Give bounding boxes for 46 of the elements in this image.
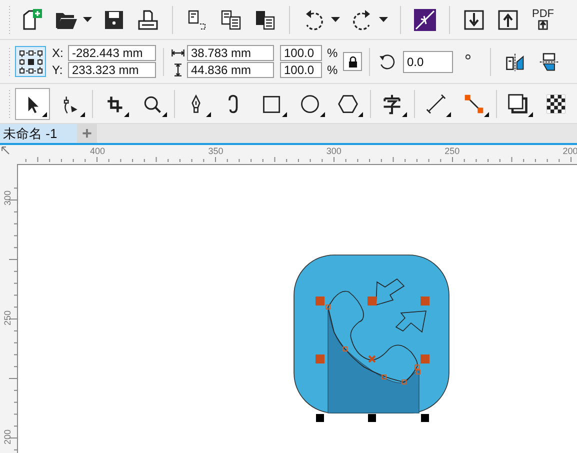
export-arrow-icon[interactable]: [538, 20, 548, 30]
ruler-label: 250: [444, 146, 460, 156]
node-markers[interactable]: [326, 304, 420, 384]
import-icon[interactable]: [462, 8, 486, 32]
print-icon[interactable]: [136, 8, 160, 32]
rotation-field[interactable]: 0.0: [403, 50, 453, 72]
percent-label: %: [326, 46, 339, 60]
pdf-label[interactable]: PDF: [532, 9, 554, 20]
export-icon[interactable]: [496, 8, 520, 32]
lock-icon[interactable]: [346, 56, 358, 68]
lock-ratio-button[interactable]: [343, 52, 362, 71]
object-origin-icon[interactable]: [18, 50, 42, 74]
transparency-tool-icon[interactable]: [545, 92, 568, 114]
ruler-label: 400: [90, 146, 106, 156]
ruler-label: 350: [208, 146, 224, 156]
ellipse-tool-icon[interactable]: [299, 92, 322, 114]
document-tab[interactable]: 未命名 -1: [0, 124, 77, 143]
selection-handles[interactable]: [316, 296, 430, 422]
copy-icon[interactable]: [219, 8, 243, 32]
text-tool-icon[interactable]: [381, 92, 404, 114]
x-label: X:: [52, 46, 64, 60]
scale-x-field[interactable]: 100.0: [280, 45, 322, 61]
scale-y-field[interactable]: 100.0: [280, 62, 322, 78]
y-position-field[interactable]: 233.323 mm: [68, 62, 156, 78]
rotate-icon: [377, 52, 397, 72]
ruler-label: 300: [2, 190, 13, 206]
caret-icon[interactable]: [331, 17, 340, 22]
width-field[interactable]: 38.783 mm: [187, 45, 274, 61]
connector-tool-icon[interactable]: [463, 92, 486, 114]
shadow-tool-icon[interactable]: [507, 92, 530, 114]
y-label: Y:: [52, 63, 64, 77]
ruler-origin-icon[interactable]: [0, 145, 12, 157]
height-field[interactable]: 44.836 mm: [187, 62, 274, 78]
ruler-label: 200: [2, 429, 13, 445]
phone-app-icon-drawing[interactable]: [294, 254, 450, 414]
caret-icon[interactable]: [379, 17, 388, 22]
polygon-tool-icon[interactable]: [337, 92, 360, 114]
tool-button[interactable]: [14, 88, 50, 120]
x-position-field[interactable]: -282.443 mm: [68, 45, 156, 61]
ruler-label: 300: [326, 146, 342, 156]
ruler-label: 250: [2, 310, 13, 326]
degree-label: °: [463, 51, 473, 72]
caret-icon[interactable]: [83, 17, 92, 22]
dimension-tool-icon[interactable]: [425, 92, 448, 114]
mirror-vertical-icon[interactable]: [538, 50, 560, 72]
percent-label: %: [326, 63, 339, 77]
